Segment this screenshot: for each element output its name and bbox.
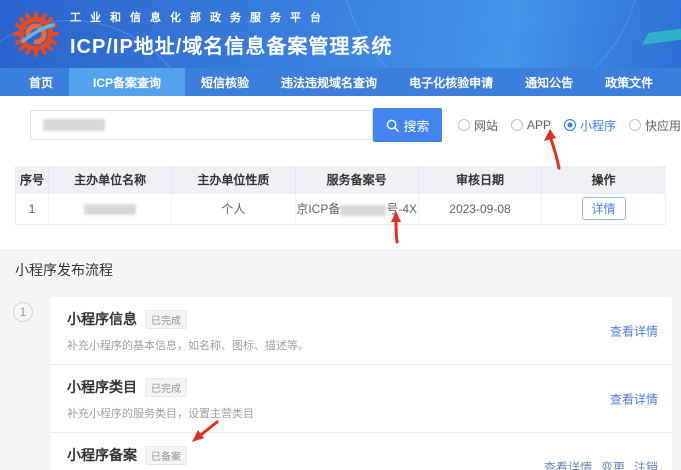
search-button-label: 搜索 — [404, 116, 430, 135]
search-type-radios: 网站 APP 小程序 快应用 — [458, 117, 681, 134]
change-link[interactable]: 变更 — [601, 458, 625, 470]
radio-label: 小程序 — [580, 117, 616, 134]
search-icon — [386, 119, 399, 132]
platform-name: 工业和信息化部政务服务平台 — [70, 9, 392, 25]
col-audit-date: 审核日期 — [418, 167, 541, 193]
cell-org-name — [48, 193, 171, 224]
col-org-name: 主办单位名称 — [48, 167, 171, 193]
col-org-type: 主办单位性质 — [172, 167, 295, 193]
cell-audit-date: 2023-09-08 — [418, 193, 541, 224]
radio-app[interactable]: APP — [511, 118, 551, 132]
view-details-link[interactable]: 查看详情 — [610, 322, 658, 339]
detail-button[interactable]: 详情 — [582, 197, 626, 220]
radio-circle-icon — [629, 119, 641, 131]
step-title: 小程序信息 — [67, 309, 137, 329]
col-license-no: 服务备案号 — [295, 167, 418, 193]
status-badge: 已完成 — [145, 378, 187, 397]
redacted-search-term — [43, 119, 105, 131]
cell-org-type: 个人 — [172, 193, 295, 224]
cell-license-no: 京ICP备 号-4X — [295, 193, 418, 224]
process-card: 小程序信息 已完成 补充小程序的基本信息，如名称、图标、描述等。 查看详情 小程… — [50, 297, 672, 470]
license-prefix: 京ICP备 — [296, 202, 340, 216]
app-header: 工业和信息化部政务服务平台 ICP/IP地址/域名信息备案管理系统 — [0, 0, 681, 68]
cell-action: 详情 — [542, 193, 665, 224]
nav-item-sms-verify[interactable]: 短信核验 — [185, 68, 265, 96]
redacted-org-name — [84, 204, 136, 215]
table-row: 1 个人 京ICP备 号-4X 2023-09-08 详情 — [16, 193, 665, 224]
step-number-badge: 1 — [13, 302, 33, 322]
step-miniprogram-category: 小程序类目 已完成 补充小程序的服务类目，设置主营类目 查看详情 — [50, 364, 672, 432]
status-badge: 已完成 — [145, 310, 187, 329]
deregister-link[interactable]: 注销 — [634, 458, 658, 470]
nav-item-electronic-verify[interactable]: 电子化核验申请 — [393, 68, 509, 96]
col-action: 操作 — [542, 167, 665, 193]
search-button[interactable]: 搜索 — [373, 108, 442, 142]
view-details-link[interactable]: 查看详情 — [544, 458, 592, 470]
radio-miniprogram[interactable]: 小程序 — [564, 117, 616, 134]
nav-item-home[interactable]: 首页 — [13, 68, 69, 96]
radio-circle-icon — [458, 119, 470, 131]
nav-item-icp-query[interactable]: ICP备案查询 — [69, 68, 185, 96]
radio-label: 快应用 — [645, 117, 681, 134]
page-title: ICP/IP地址/域名信息备案管理系统 — [70, 30, 392, 59]
radio-label: 网站 — [474, 117, 498, 134]
process-title: 小程序发布流程 — [0, 251, 681, 280]
step-miniprogram-filing: 小程序备案 已备案 京ICP备号-4X 查看详情 变更 注销 — [50, 432, 672, 470]
miit-gear-logo-icon — [13, 11, 59, 57]
step-description: 补充小程序的服务类目，设置主营类目 — [67, 405, 658, 421]
query-section: 搜索 网站 APP 小程序 快应用 序号 主办单位名称 主办单位性质 服务备案号 — [0, 96, 681, 250]
icp-beian-page: 工业和信息化部政务服务平台 ICP/IP地址/域名信息备案管理系统 首页 ICP… — [0, 0, 681, 470]
miniprogram-process-section: 小程序发布流程 1 小程序信息 已完成 补充小程序的基本信息，如名称、图标、描述… — [0, 250, 681, 470]
main-nav: 首页 ICP备案查询 短信核验 违法违规域名查询 电子化核验申请 通知公告 政策… — [0, 68, 681, 96]
results-table: 序号 主办单位名称 主办单位性质 服务备案号 审核日期 操作 1 个人 京ICP… — [15, 166, 666, 225]
header-decor-teal — [642, 27, 681, 44]
status-badge: 已备案 — [145, 446, 187, 465]
radio-website[interactable]: 网站 — [458, 117, 498, 134]
view-details-link[interactable]: 查看详情 — [610, 390, 658, 407]
step-title: 小程序备案 — [67, 445, 137, 465]
search-input[interactable] — [30, 110, 373, 140]
step-miniprogram-info: 小程序信息 已完成 补充小程序的基本信息，如名称、图标、描述等。 查看详情 — [50, 297, 672, 364]
nav-item-policy-docs[interactable]: 政策文件 — [589, 68, 669, 96]
table-header-row: 序号 主办单位名称 主办单位性质 服务备案号 审核日期 操作 — [16, 167, 665, 193]
license-suffix: 号-4X — [386, 202, 417, 216]
radio-quickapp[interactable]: 快应用 — [629, 117, 681, 134]
step-title: 小程序类目 — [67, 377, 137, 397]
radio-selected-icon — [564, 119, 576, 131]
nav-item-notices[interactable]: 通知公告 — [509, 68, 589, 96]
cell-index: 1 — [16, 193, 48, 224]
radio-label: APP — [527, 118, 551, 132]
radio-circle-icon — [511, 119, 523, 131]
step-description: 补充小程序的基本信息，如名称、图标、描述等。 — [67, 337, 658, 353]
redacted-license — [340, 205, 386, 216]
col-index: 序号 — [16, 167, 48, 193]
nav-item-illegal-domain-query[interactable]: 违法违规域名查询 — [265, 68, 393, 96]
